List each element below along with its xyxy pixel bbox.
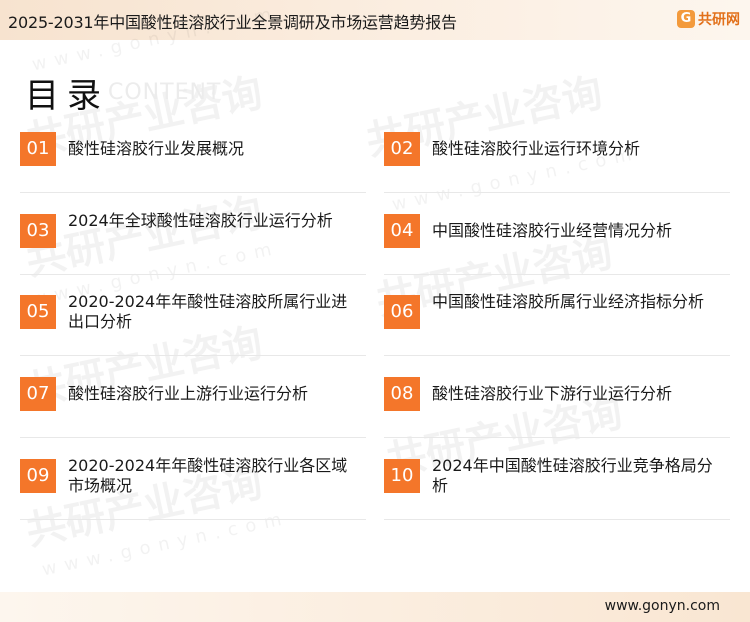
footer-url: www.gonyn.com: [604, 598, 720, 614]
toc-item-number: 05: [20, 295, 56, 329]
toc-item-label: 酸性硅溶胶行业运行环境分析: [432, 139, 641, 158]
toc-item-02[interactable]: 02 酸性硅溶胶行业运行环境分析: [384, 132, 730, 193]
toc-item-label: 中国酸性硅溶胶所属行业经济指标分析: [432, 292, 705, 311]
toc-subheading: CONTENT: [108, 80, 222, 105]
toc-item-label: 2020-2024年年酸性硅溶胶所属行业进出口分析: [68, 292, 348, 331]
toc-item-number: 08: [384, 377, 420, 411]
toc-item-number: 09: [20, 459, 56, 493]
brand-logo: G 共研网: [677, 9, 740, 29]
toc-item-01[interactable]: 01 酸性硅溶胶行业发展概况: [20, 132, 366, 193]
footer-bar: www.gonyn.com: [0, 592, 750, 622]
toc-item-10[interactable]: 10 2024年中国酸性硅溶胶行业竞争格局分析: [384, 456, 730, 520]
toc-item-09[interactable]: 09 2020-2024年年酸性硅溶胶行业各区域市场概况: [20, 456, 366, 520]
brand-logo-icon: G: [677, 10, 695, 28]
toc-heading: 目录: [25, 76, 109, 116]
toc-item-label: 2024年中国酸性硅溶胶行业竞争格局分析: [432, 456, 713, 495]
brand-name: 共研网: [698, 12, 740, 28]
toc-item-number: 01: [20, 132, 56, 166]
toc-item-number: 04: [384, 214, 420, 248]
toc-item-label: 中国酸性硅溶胶行业经营情况分析: [432, 221, 673, 240]
toc-item-08[interactable]: 08 酸性硅溶胶行业下游行业运行分析: [384, 377, 730, 438]
toc-item-03[interactable]: 03 2024年全球酸性硅溶胶行业运行分析: [20, 211, 366, 275]
toc-item-04[interactable]: 04 中国酸性硅溶胶行业经营情况分析: [384, 214, 730, 275]
toc-item-number: 10: [384, 459, 420, 493]
toc-item-number: 03: [20, 214, 56, 248]
toc-item-label: 酸性硅溶胶行业上游行业运行分析: [68, 384, 309, 403]
toc-item-07[interactable]: 07 酸性硅溶胶行业上游行业运行分析: [20, 377, 366, 438]
toc-item-05[interactable]: 05 2020-2024年年酸性硅溶胶所属行业进出口分析: [20, 292, 366, 356]
toc-item-label: 酸性硅溶胶行业下游行业运行分析: [432, 384, 673, 403]
toc-item-label: 酸性硅溶胶行业发展概况: [68, 139, 245, 158]
toc-item-label: 2024年全球酸性硅溶胶行业运行分析: [68, 211, 333, 230]
report-title: 2025-2031年中国酸性硅溶胶行业全景调研及市场运营趋势报告: [8, 13, 457, 32]
toc-item-number: 02: [384, 132, 420, 166]
toc-item-06[interactable]: 06 中国酸性硅溶胶所属行业经济指标分析: [384, 292, 730, 356]
header-bar: 2025-2031年中国酸性硅溶胶行业全景调研及市场运营趋势报告 G 共研网: [0, 0, 750, 40]
toc-item-number: 06: [384, 295, 420, 329]
toc-item-label: 2020-2024年年酸性硅溶胶行业各区域市场概况: [68, 456, 348, 495]
toc-item-number: 07: [20, 377, 56, 411]
